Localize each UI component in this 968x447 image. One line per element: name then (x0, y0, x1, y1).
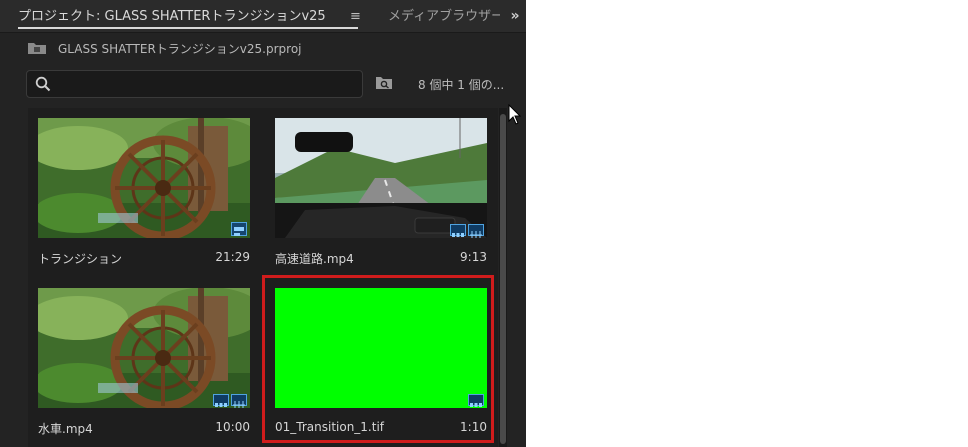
search-icon (35, 76, 51, 92)
project-bin-icon (28, 43, 46, 54)
item-duration: 21:29 (215, 250, 250, 264)
video-icon (468, 394, 484, 407)
scrollbar-thumb[interactable] (500, 114, 506, 444)
badge-row (450, 224, 484, 238)
video-icon (213, 394, 229, 407)
waterwheel-thumbnail (38, 288, 250, 408)
waterwheel-thumbnail (38, 118, 250, 238)
more-tabs-icon[interactable]: » (504, 0, 526, 32)
sequence-icon (231, 222, 247, 236)
search-input[interactable] (57, 74, 356, 94)
panel-tab-bar: プロジェクト: GLASS SHATTERトランジションv25 ≡ メディアブラ… (0, 0, 526, 33)
project-path-row: GLASS SHATTERトランジションv25.prproj (0, 33, 526, 61)
badge-row (213, 394, 247, 408)
video-icon (450, 224, 466, 237)
highway-thumbnail (275, 118, 487, 238)
tab-media-browser[interactable]: メディアブラウザー (388, 0, 500, 32)
thumbnail-item-2[interactable] (275, 118, 487, 238)
project-file-path: GLASS SHATTERトランジションv25.prproj (58, 42, 302, 56)
item-name: トランジション (38, 252, 123, 266)
tab-menu-icon[interactable]: ≡ (350, 0, 361, 32)
item-name: 水車.mp4 (38, 422, 93, 436)
thumbnail-item-4[interactable] (275, 288, 487, 408)
audio-icon (231, 394, 247, 408)
item-count: 8 個中 1 個の... (418, 78, 505, 92)
item-name: 01_Transition_1.tif (275, 420, 385, 434)
audio-icon (468, 224, 484, 238)
vertical-scrollbar[interactable] (499, 108, 507, 447)
item-name: 高速道路.mp4 (275, 252, 354, 266)
badge-row (468, 394, 484, 407)
item-duration: 10:00 (215, 420, 250, 434)
search-field[interactable] (26, 70, 363, 98)
active-tab-underline (18, 27, 358, 29)
project-panel: プロジェクト: GLASS SHATTERトランジションv25 ≡ メディアブラ… (0, 0, 526, 447)
find-in-bin-icon[interactable] (376, 75, 392, 89)
item-duration: 1:10 (460, 420, 487, 434)
mouse-cursor-icon (508, 104, 522, 125)
badge-row (231, 222, 247, 236)
item-duration: 9:13 (460, 250, 487, 264)
thumbnail-item-3[interactable] (38, 288, 250, 408)
thumbnail-item-1[interactable] (38, 118, 250, 238)
